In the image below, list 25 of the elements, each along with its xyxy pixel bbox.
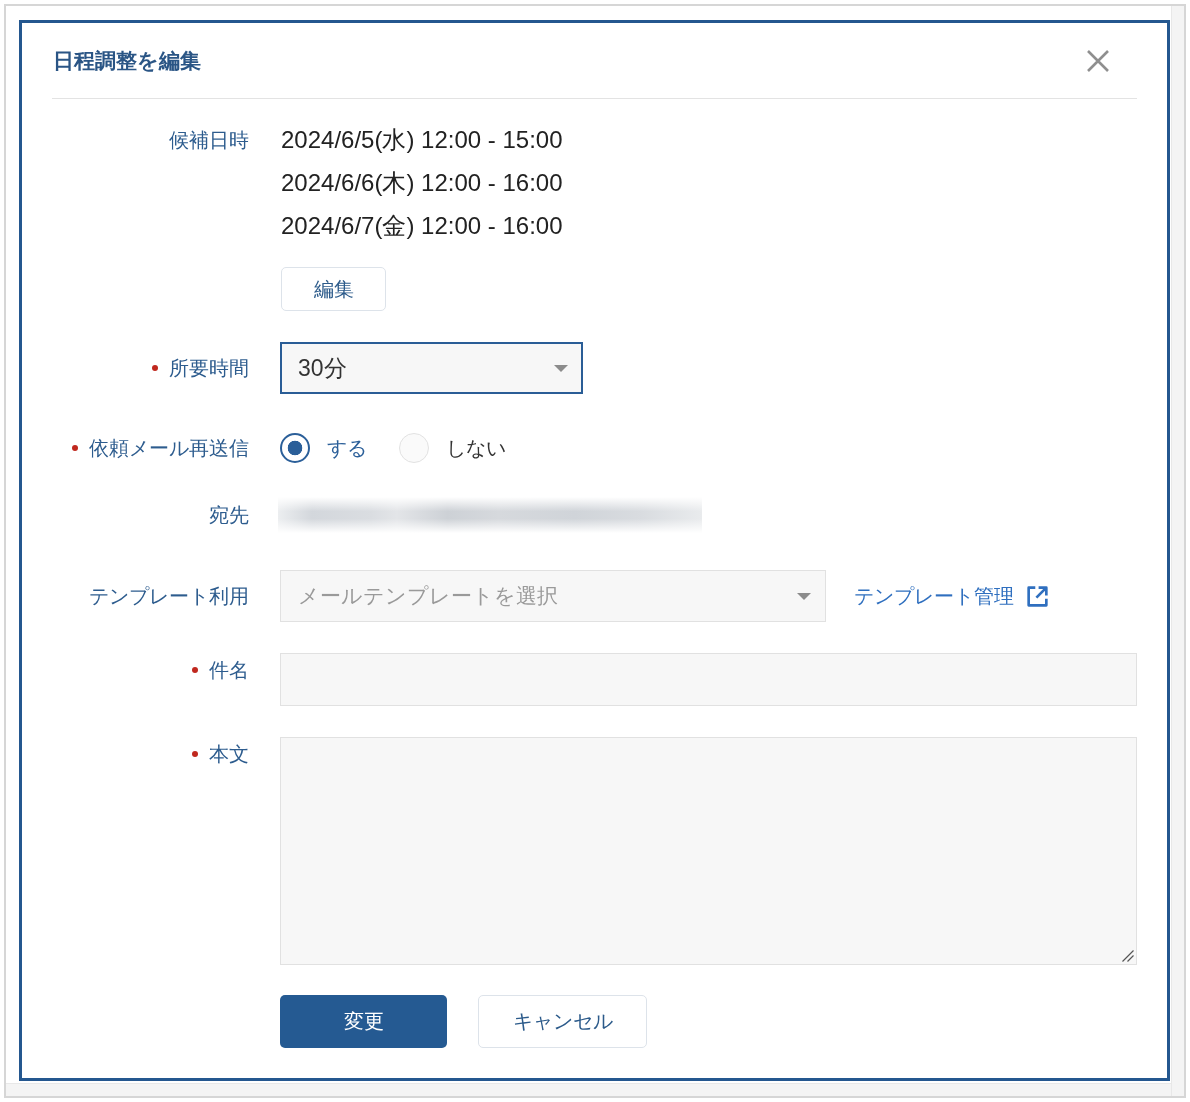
close-icon[interactable]: [1086, 48, 1110, 73]
dropdown[interactable]: 30分: [280, 342, 583, 394]
candidate-datetime: 2024/6/7(金) 12:00 - 16:00: [281, 211, 563, 241]
caret-icon: [797, 592, 811, 600]
dialog-title: 日程調整を編集: [53, 47, 201, 74]
edit-button[interactable]: 編集: [281, 267, 386, 311]
field-label: 本文: [209, 742, 249, 766]
resize-handle-icon[interactable]: [1122, 950, 1134, 962]
cancel-button[interactable]: キャンセル: [478, 995, 647, 1048]
candidate-datetime: 2024/6/6(木) 12:00 - 16:00: [281, 168, 563, 198]
field-label: 候補日時: [169, 127, 249, 152]
field-label: 依頼メール再送信: [89, 436, 249, 460]
text-input[interactable]: [280, 653, 1137, 706]
candidate-datetime: 2024/6/5(水) 12:00 - 15:00: [281, 125, 563, 155]
caret-icon: [554, 364, 568, 372]
template-management-link[interactable]: テンプレート管理: [854, 582, 1048, 610]
field-label: テンプレート利用: [89, 584, 249, 608]
radio-button[interactable]: [280, 433, 310, 463]
textarea-field[interactable]: [280, 737, 1137, 965]
field-label: 宛先: [209, 503, 249, 527]
field-label: 所要時間: [169, 356, 249, 380]
radio-label[interactable]: しない: [446, 434, 506, 462]
field-label: 件名: [209, 658, 249, 682]
submit-button[interactable]: 変更: [280, 995, 447, 1048]
radio-label[interactable]: する: [327, 434, 367, 462]
